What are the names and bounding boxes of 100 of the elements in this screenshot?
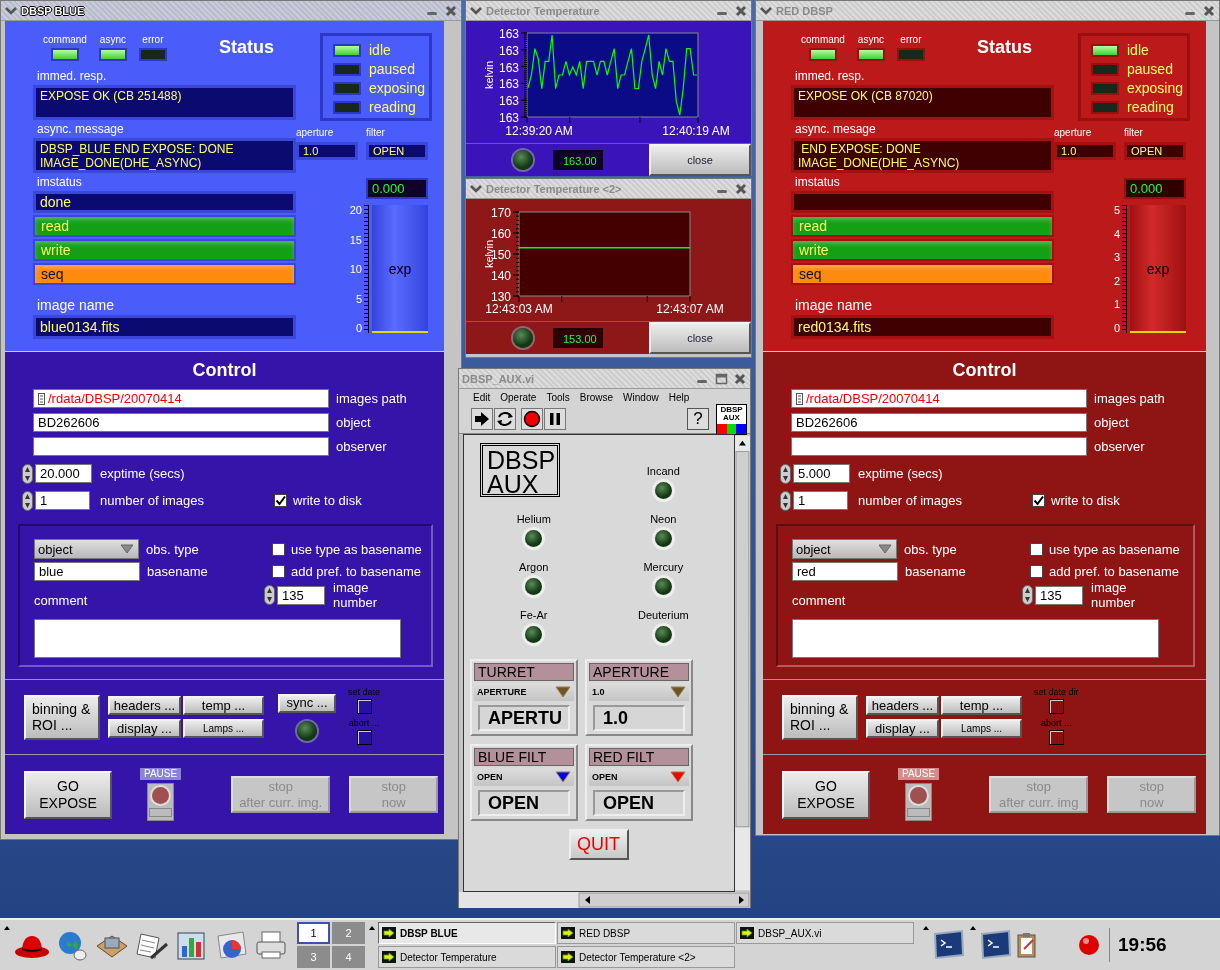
- number-field[interactable]: 135: [277, 585, 325, 605]
- text-field[interactable]: /rdata/DBSP/20070414: [33, 389, 329, 408]
- text-field[interactable]: [33, 437, 329, 456]
- close-button[interactable]: [444, 3, 458, 18]
- workspace-button[interactable]: 1: [297, 922, 330, 944]
- field-label: async. message: [37, 122, 125, 136]
- pause-label: PAUSE: [898, 768, 940, 780]
- panel-button[interactable]: temp ...: [941, 696, 1022, 715]
- close-button[interactable]: [733, 371, 747, 386]
- checkbox[interactable]: [1032, 494, 1045, 507]
- scrollbar[interactable]: [735, 434, 750, 892]
- number-field[interactable]: 135: [1035, 585, 1083, 605]
- text-display: 1.0: [1054, 142, 1116, 160]
- panel-button[interactable]: display ...: [108, 719, 181, 738]
- binning-button[interactable]: binning & ROI ...: [24, 694, 100, 740]
- app-icon: [382, 927, 396, 939]
- checkbox[interactable]: [1030, 564, 1043, 578]
- menu-item[interactable]: Edit: [473, 392, 491, 405]
- sync-button[interactable]: sync ...: [278, 693, 336, 713]
- expand-arrow-icon[interactable]: [922, 924, 930, 932]
- close-button[interactable]: [734, 181, 748, 196]
- task-button[interactable]: DBSP BLUE: [378, 922, 556, 944]
- close-button[interactable]: close: [649, 144, 751, 176]
- scrollbar[interactable]: [459, 892, 750, 908]
- menu-item[interactable]: Tools: [546, 392, 570, 405]
- panel-button[interactable]: headers ...: [866, 696, 939, 715]
- toggle-button[interactable]: [356, 729, 372, 745]
- dropdown[interactable]: OPEN: [589, 768, 689, 786]
- spin-button[interactable]: [780, 463, 791, 484]
- spin-button[interactable]: [780, 490, 791, 511]
- checkbox[interactable]: [272, 564, 285, 578]
- spin-button[interactable]: [22, 463, 33, 484]
- task-button[interactable]: RED DBSP: [557, 922, 735, 944]
- binning-button[interactable]: binning & ROI ...: [782, 694, 858, 740]
- panel-button[interactable]: Lamps ...: [183, 719, 264, 738]
- terminal-icon[interactable]: [932, 928, 966, 962]
- menu-item[interactable]: Browse: [579, 392, 614, 405]
- stop-icon[interactable]: [521, 408, 543, 430]
- text-field[interactable]: blue: [34, 561, 140, 581]
- checkbox[interactable]: [272, 542, 285, 556]
- checkbox[interactable]: [274, 494, 287, 507]
- panel-button[interactable]: temp ...: [183, 696, 264, 715]
- text-field[interactable]: [791, 437, 1087, 456]
- menu-item[interactable]: Help: [668, 392, 690, 405]
- checkbox-label: add pref. to basename: [291, 563, 422, 579]
- window-title: DBSP BLUE: [21, 4, 85, 17]
- maximize-button[interactable]: [714, 371, 728, 386]
- spin-button[interactable]: [22, 490, 33, 511]
- comment-field[interactable]: [792, 619, 1159, 658]
- close-button[interactable]: [734, 3, 748, 18]
- panel-button[interactable]: headers ...: [108, 696, 181, 715]
- pause-button[interactable]: [905, 783, 933, 821]
- number-field[interactable]: 20.000: [35, 464, 92, 483]
- menu-item[interactable]: Window: [623, 392, 659, 405]
- text-field[interactable]: /rdata/DBSP/20070414: [791, 389, 1087, 408]
- text-field[interactable]: BD262606: [791, 413, 1087, 432]
- task-button[interactable]: Detector Temperature <2>: [557, 946, 735, 968]
- toggle-button[interactable]: [1048, 729, 1064, 745]
- expand-arrow-icon[interactable]: [368, 924, 376, 932]
- close-button[interactable]: close: [649, 322, 751, 354]
- text-field[interactable]: BD262606: [33, 413, 329, 432]
- go-expose-button[interactable]: GO EXPOSE: [24, 770, 112, 819]
- number-field[interactable]: 1: [35, 491, 90, 510]
- number-field[interactable]: 5.000: [793, 464, 850, 483]
- text-field[interactable]: red: [792, 561, 898, 581]
- chevron-icon[interactable]: [469, 182, 483, 195]
- number-field[interactable]: 1: [793, 491, 848, 510]
- run-continuously-icon[interactable]: [494, 408, 516, 430]
- spin-button[interactable]: [264, 585, 275, 605]
- task-button[interactable]: Detector Temperature: [378, 946, 556, 968]
- dropdown[interactable]: OPEN: [474, 768, 574, 786]
- expand-arrow-icon[interactable]: [3, 924, 11, 932]
- comment-field[interactable]: [34, 619, 401, 658]
- toggle-button[interactable]: [1048, 698, 1064, 714]
- close-button[interactable]: [1202, 3, 1216, 18]
- menu-item[interactable]: Operate: [500, 392, 537, 405]
- terminal-icon[interactable]: [979, 928, 1013, 962]
- expand-arrow-icon[interactable]: [969, 924, 977, 932]
- chevron-icon[interactable]: [4, 4, 18, 17]
- pause-icon[interactable]: [544, 408, 566, 430]
- spin-button[interactable]: [1022, 585, 1033, 605]
- panel-title: DBSP AUX: [480, 443, 560, 497]
- dropdown[interactable]: APERTURE: [474, 683, 574, 701]
- dropdown[interactable]: 1.0: [589, 683, 689, 701]
- task-button[interactable]: DBSP_AUX.vi: [736, 922, 914, 944]
- help-button[interactable]: ?: [687, 408, 709, 430]
- chevron-icon[interactable]: [469, 4, 483, 17]
- chevron-icon[interactable]: [759, 4, 773, 17]
- panel-button[interactable]: display ...: [866, 719, 939, 738]
- axis-label: 163: [498, 111, 519, 125]
- pause-button[interactable]: [147, 783, 175, 821]
- panel-button[interactable]: Lamps ...: [941, 719, 1022, 738]
- toggle-button[interactable]: [356, 698, 372, 714]
- dropdown[interactable]: object: [792, 539, 897, 559]
- clipboard-icon[interactable]: [1015, 930, 1039, 960]
- dropdown[interactable]: object: [34, 539, 139, 559]
- go-expose-button[interactable]: GO EXPOSE: [782, 770, 870, 819]
- scale-label: 15: [349, 234, 362, 245]
- checkbox[interactable]: [1030, 542, 1043, 556]
- window-title: Detector Temperature: [486, 4, 600, 17]
